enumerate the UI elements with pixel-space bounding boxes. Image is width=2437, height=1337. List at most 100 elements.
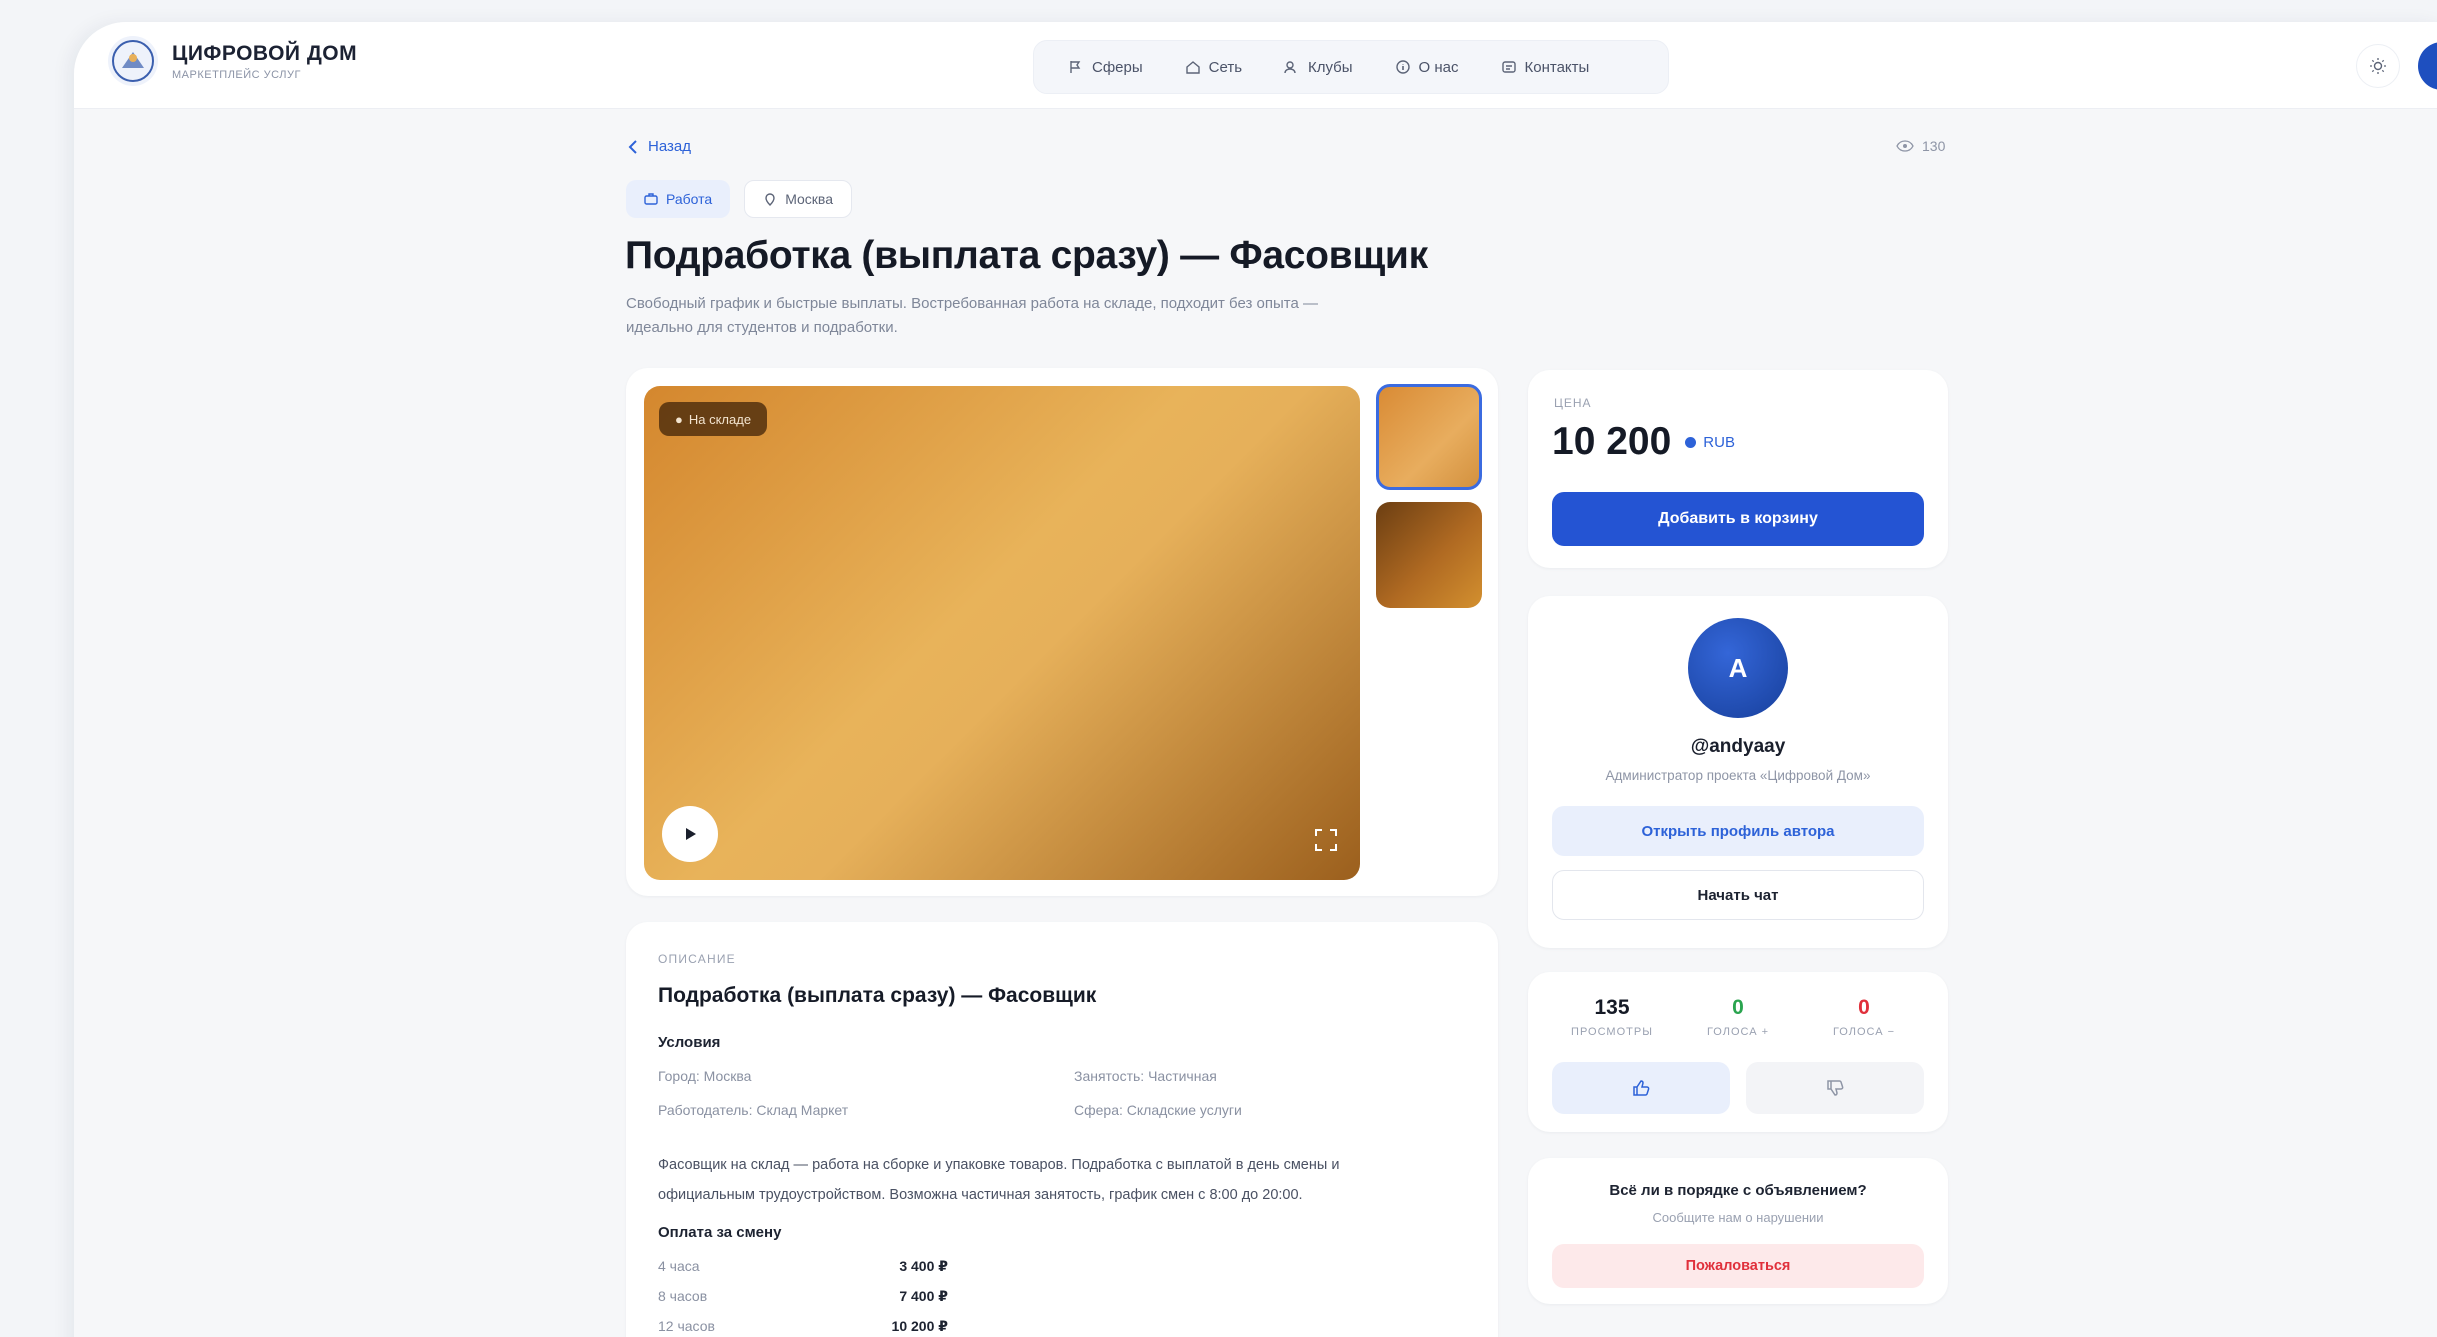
- description-title: Подработка (выплата сразу) — Фасовщик: [658, 984, 1097, 1007]
- nav-item-about[interactable]: О нас: [1377, 47, 1477, 87]
- media-gallery: ● На складе: [626, 368, 1498, 896]
- pay-row: 4 часа 3 400 ₽: [658, 1258, 948, 1275]
- currency-dot-icon: [1685, 436, 1697, 448]
- info-icon: [1395, 60, 1410, 74]
- badge-dot-icon: ●: [675, 411, 683, 427]
- description-paragraph: Фасовщик на склад — работа на сборке и у…: [658, 1157, 1340, 1203]
- chip-location[interactable]: Москва: [744, 180, 852, 218]
- fullscreen-icon: [1315, 829, 1337, 851]
- logo-subtitle: МАРКЕТПЛЕЙС УСЛУГ: [172, 68, 301, 81]
- gallery-thumbnail[interactable]: [1376, 384, 1482, 490]
- price-card: ЦЕНА 10 200 RUB Добавить в корзину: [1528, 370, 1948, 568]
- stat-label: ГОЛОСА −: [1832, 1026, 1896, 1038]
- nav-label: О нас: [1418, 58, 1459, 76]
- nav-label: Сеть: [1208, 58, 1243, 76]
- author-card: A @andyaay Администратор проекта «Цифров…: [1528, 596, 1948, 948]
- pay-value: 3 400 ₽: [899, 1258, 948, 1274]
- section-label: ОПИСАНИЕ: [658, 952, 736, 966]
- pay-value: 10 200 ₽: [891, 1318, 948, 1334]
- nav-label: Сферы: [1092, 58, 1143, 76]
- nav-item-network[interactable]: Сеть: [1167, 47, 1260, 87]
- author-role: Администратор проекта «Цифровой Дом»: [1605, 768, 1871, 783]
- start-chat-button[interactable]: Начать чат: [1552, 870, 1924, 920]
- thumbs-down-icon: [1827, 1080, 1844, 1096]
- report-subtitle: Сообщите нам о нарушении: [1652, 1210, 1824, 1225]
- contacts-icon: [1501, 61, 1516, 73]
- pay-value: 7 400 ₽: [899, 1288, 948, 1304]
- nav-label: Контакты: [1524, 58, 1590, 76]
- stat-label: ГОЛОСА +: [1706, 1026, 1770, 1038]
- top-header: ЦИФРОВОЙ ДОМ МАРКЕТПЛЕЙС УСЛУГ Сферы Сет…: [74, 22, 2437, 108]
- add-to-cart-button[interactable]: Добавить в корзину: [1552, 492, 1924, 546]
- stat-views: 135 ПРОСМОТРЫ: [1552, 996, 1672, 1038]
- currency-label: RUB: [1703, 433, 1735, 451]
- view-counter: 130: [1896, 138, 1945, 154]
- stat-value: 135: [1594, 996, 1630, 1019]
- author-avatar[interactable]: A: [1688, 618, 1788, 718]
- badge-label: На складе: [688, 411, 752, 427]
- nav-item-spheres[interactable]: Сферы: [1050, 47, 1161, 87]
- condition-item: Город: Москва: [658, 1068, 752, 1084]
- home-icon: [1185, 61, 1200, 74]
- stat-value: 0: [1858, 996, 1870, 1019]
- condition-item: Работодатель: Склад Маркет: [658, 1102, 849, 1118]
- category-chips: Работа Москва: [626, 180, 852, 218]
- pay-heading: Оплата за смену: [658, 1224, 782, 1241]
- logo-mark-icon: [108, 36, 158, 86]
- play-button[interactable]: [662, 806, 718, 862]
- report-title: Всё ли в порядке с объявлением?: [1609, 1182, 1867, 1199]
- nav-label: Клубы: [1308, 58, 1353, 76]
- clubs-icon: [1284, 61, 1296, 74]
- fullscreen-button[interactable]: [1312, 826, 1340, 854]
- condition-item: Занятость: Частичная: [1074, 1068, 1217, 1084]
- pay-row: 12 часов 10 200 ₽: [658, 1318, 948, 1335]
- logo-title: ЦИФРОВОЙ ДОМ: [172, 41, 358, 65]
- back-link[interactable]: Назад: [628, 138, 691, 155]
- pay-label: 8 часов: [658, 1288, 708, 1304]
- condition-item: Сфера: Складские услуги: [1074, 1102, 1242, 1118]
- user-avatar[interactable]: [2418, 42, 2437, 90]
- pay-label: 12 часов: [658, 1318, 715, 1334]
- sun-icon: [2370, 58, 2386, 74]
- pay-row: 8 часов 7 400 ₽: [658, 1288, 948, 1305]
- open-profile-button[interactable]: Открыть профиль автора: [1552, 806, 1924, 856]
- price-label: ЦЕНА: [1554, 396, 1592, 410]
- main-video[interactable]: ● На складе: [644, 386, 1360, 880]
- spheres-icon: [1070, 61, 1081, 73]
- stat-upvotes: 0 ГОЛОСА +: [1678, 996, 1798, 1038]
- eye-icon: [1896, 140, 1914, 152]
- stat-value: 0: [1732, 996, 1744, 1019]
- thumbs-up-icon: [1633, 1080, 1650, 1096]
- nav-item-contacts[interactable]: Контакты: [1483, 47, 1608, 87]
- back-label: Назад: [648, 138, 691, 155]
- report-card: Всё ли в порядке с объявлением? Сообщите…: [1528, 1158, 1948, 1304]
- logo[interactable]: ЦИФРОВОЙ ДОМ МАРКЕТПЛЕЙС УСЛУГ: [108, 36, 357, 86]
- price-value: 10 200 RUB: [1552, 420, 1735, 464]
- chevron-left-icon: [628, 139, 637, 154]
- views-count: 130: [1922, 138, 1946, 154]
- page-title: Подработка (выплата сразу) — Фасовщик: [625, 234, 1428, 277]
- report-button[interactable]: Пожаловаться: [1552, 1244, 1924, 1288]
- author-name: @andyaay: [1690, 736, 1786, 757]
- like-button[interactable]: [1552, 1062, 1730, 1114]
- description-card: ОПИСАНИЕ Подработка (выплата сразу) — Фа…: [626, 922, 1498, 1337]
- page-description: Свободный график и быстрые выплаты. Вост…: [626, 295, 1318, 336]
- dislike-button[interactable]: [1746, 1062, 1924, 1114]
- stats-card: 135 ПРОСМОТРЫ 0 ГОЛОСА + 0 ГОЛОСА −: [1528, 972, 1948, 1132]
- play-icon: [686, 828, 696, 840]
- pay-label: 4 часа: [658, 1258, 700, 1274]
- main-nav: Сферы Сеть Клубы О нас Контакты: [1033, 40, 1669, 94]
- chip-work[interactable]: Работа: [626, 180, 731, 218]
- nav-item-clubs[interactable]: Клубы: [1266, 47, 1371, 87]
- media-badge: ● На складе: [659, 402, 768, 436]
- stat-label: ПРОСМОТРЫ: [1571, 1026, 1653, 1038]
- currency: RUB: [1685, 434, 1735, 451]
- chip-label: Москва: [785, 191, 833, 207]
- stat-downvotes: 0 ГОЛОСА −: [1804, 996, 1924, 1038]
- conditions-heading: Условия: [658, 1034, 721, 1051]
- chip-label: Работа: [666, 191, 713, 207]
- work-icon: [644, 193, 658, 205]
- location-icon: [765, 193, 775, 206]
- theme-toggle-button[interactable]: [2356, 44, 2400, 88]
- gallery-thumbnail[interactable]: [1376, 502, 1482, 608]
